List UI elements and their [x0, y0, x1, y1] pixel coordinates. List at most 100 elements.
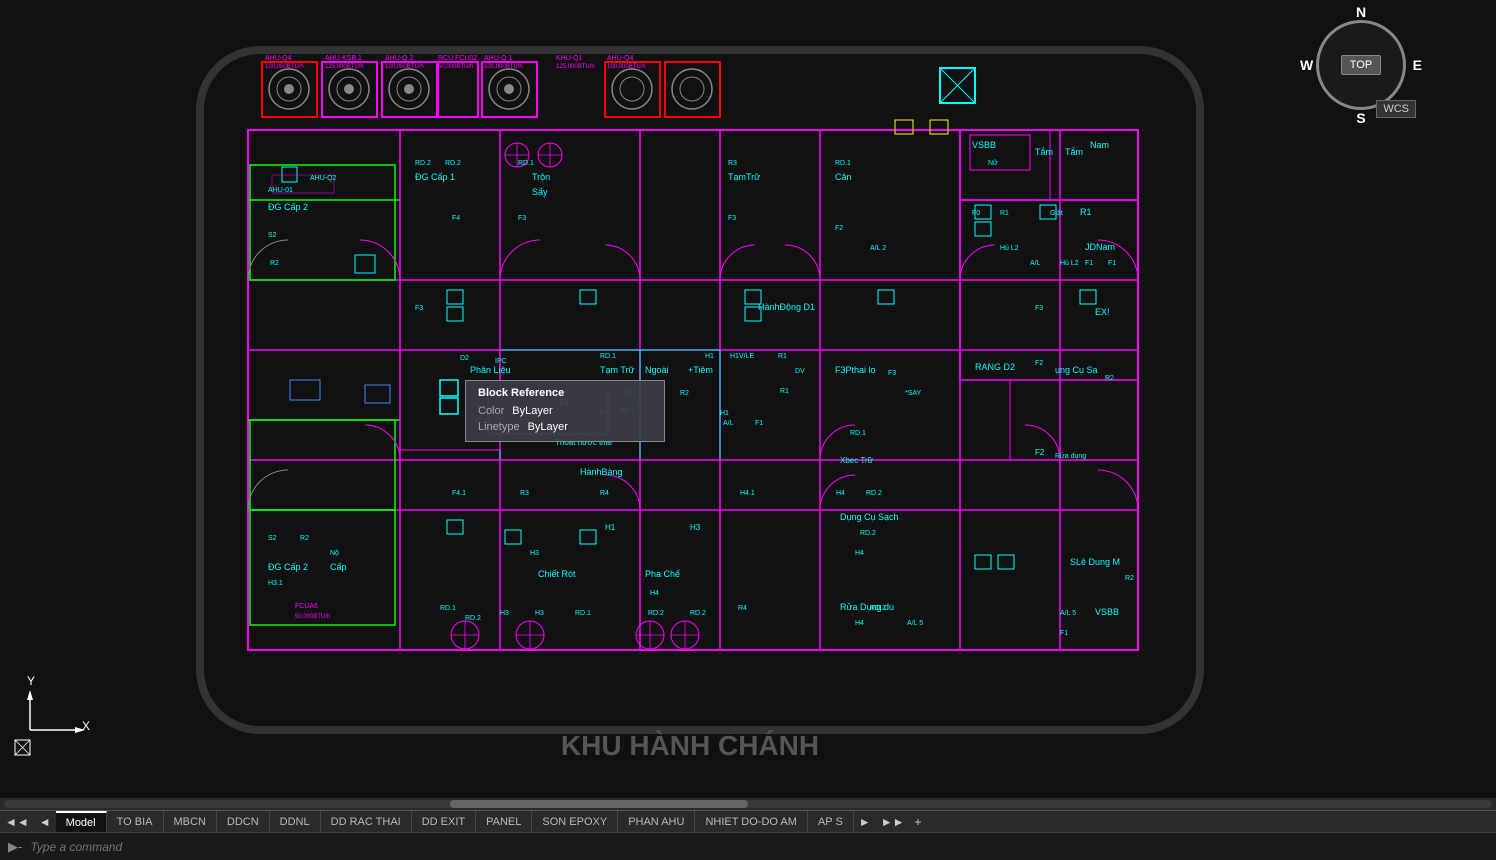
svg-text:RD.2: RD.2 [690, 610, 706, 617]
svg-text:RD.1: RD.1 [850, 430, 866, 437]
svg-text:R2: R2 [300, 535, 309, 542]
svg-text:RD.1: RD.1 [518, 160, 534, 167]
svg-text:Chiết Rót: Chiết Rót [538, 569, 576, 579]
svg-text:*SAY: *SAY [905, 390, 922, 397]
tab-ap-s[interactable]: AP S [808, 811, 854, 833]
svg-text:A/L 2: A/L 2 [870, 245, 886, 252]
svg-text:RD.1: RD.1 [600, 353, 616, 360]
svg-text:R4: R4 [600, 490, 609, 497]
svg-text:ĐG Cấp 2: ĐG Cấp 2 [268, 202, 308, 212]
wcs-button[interactable]: WCS [1376, 100, 1416, 118]
tab-next-button[interactable]: ► [854, 811, 876, 833]
compass-west: W [1300, 57, 1313, 73]
tab-first-button[interactable]: ◄◄ [0, 811, 34, 833]
svg-text:F2: F2 [1035, 360, 1043, 367]
svg-text:Rửa Dụng du: Rửa Dụng du [840, 602, 894, 612]
command-prompt-icon: ▶- [8, 839, 22, 855]
scrollbar-thumb[interactable] [450, 800, 748, 808]
svg-text:F2: F2 [835, 225, 843, 232]
svg-text:F1: F1 [755, 420, 763, 427]
horizontal-scrollbar[interactable] [0, 798, 1496, 810]
prop-linetype-value: ByLayer [528, 421, 568, 433]
svg-text:F0: F0 [972, 210, 980, 217]
tab-dd-rac-thai[interactable]: DD RAC THAI [321, 811, 412, 833]
svg-text:Giặt: Giặt [1050, 210, 1063, 217]
svg-text:VSBB: VSBB [1095, 607, 1119, 617]
svg-text:H1: H1 [705, 353, 714, 360]
svg-text:A/L 5: A/L 5 [907, 620, 923, 627]
svg-text:X: X [82, 719, 90, 733]
svg-text:H1V/LE: H1V/LE [730, 353, 754, 360]
tab-nhiet-do[interactable]: NHIET DO-DO AM [695, 811, 807, 833]
tab-phan-ahu[interactable]: PHAN AHU [618, 811, 695, 833]
tab-mbcn[interactable]: MBCN [164, 811, 217, 833]
svg-text:Tạm Trữ: Tạm Trữ [600, 365, 635, 375]
svg-text:AHU-01: AHU-01 [268, 187, 293, 194]
svg-text:R2: R2 [680, 390, 689, 397]
svg-text:R1: R1 [778, 353, 787, 360]
svg-text:FCUA6: FCUA6 [295, 603, 318, 610]
svg-text:125,000BTU/h: 125,000BTU/h [325, 64, 364, 70]
svg-text:TạmTrữ: TạmTrữ [728, 172, 760, 182]
svg-text:D2: D2 [460, 355, 469, 362]
tab-son-epoxy[interactable]: SON EPOXY [532, 811, 618, 833]
svg-text:+Tiêm: +Tiêm [688, 365, 713, 375]
svg-text:VSBB: VSBB [972, 140, 996, 150]
svg-text:RD.2: RD.2 [870, 605, 886, 612]
tab-ddnl[interactable]: DDNL [270, 811, 321, 833]
svg-text:H3: H3 [535, 610, 544, 617]
svg-text:ụng Cụ Sa: ụng Cụ Sa [1055, 365, 1098, 375]
svg-text:H3: H3 [690, 523, 701, 532]
svg-text:R2: R2 [1125, 575, 1134, 582]
svg-text:RD.1: RD.1 [440, 605, 456, 612]
svg-text:Nam: Nam [1090, 140, 1109, 150]
svg-text:H1: H1 [720, 410, 729, 417]
tab-bar: ◄◄ ◄ Model TO BIA MBCN DDCN DDNL DD RAC … [0, 810, 1496, 832]
svg-text:F4.1: F4.1 [452, 490, 466, 497]
svg-text:R1: R1 [1080, 207, 1092, 217]
svg-text:SLê Dung M: SLê Dung M [1070, 557, 1120, 567]
tab-ddcn[interactable]: DDCN [217, 811, 270, 833]
svg-text:Tắm: Tắm [1065, 147, 1083, 157]
svg-text:RD.2: RD.2 [445, 160, 461, 167]
tab-panel[interactable]: PANEL [476, 811, 532, 833]
tab-dd-exit[interactable]: DD EXIT [412, 811, 476, 833]
svg-text:Ngoài: Ngoài [645, 365, 669, 375]
svg-text:AHU-Q 1: AHU-Q 1 [484, 55, 513, 62]
cad-viewport[interactable]: Y X KHU HÀNH CHÁNH AHU-01 AHU-Q2 ĐG Cấp … [0, 0, 1496, 800]
tab-last-button[interactable]: ►► [876, 811, 910, 833]
svg-text:H4: H4 [855, 550, 864, 557]
scrollbar-track[interactable] [4, 800, 1492, 808]
svg-text:RCU FCU02: RCU FCU02 [438, 55, 477, 62]
cad-drawing: Y X KHU HÀNH CHÁNH AHU-01 AHU-Q2 ĐG Cấp … [0, 0, 1496, 800]
svg-text:R1: R1 [780, 388, 789, 395]
svg-text:H3.1: H3.1 [268, 580, 283, 587]
command-bar: ▶- [0, 832, 1496, 860]
tab-prev-button[interactable]: ◄ [34, 811, 56, 833]
compass-north: N [1356, 4, 1366, 20]
svg-text:AHU-Q 2: AHU-Q 2 [385, 55, 414, 62]
svg-text:H4: H4 [836, 490, 845, 497]
svg-text:RD.1: RD.1 [835, 160, 851, 167]
properties-panel: Block Reference Color ByLayer Linetype B… [465, 380, 665, 442]
svg-text:R2: R2 [270, 260, 279, 267]
svg-text:100,000BTU/h: 100,000BTU/h [265, 64, 304, 70]
compass-top-button[interactable]: TOP [1341, 55, 1381, 75]
svg-text:H1: H1 [605, 523, 616, 532]
svg-text:AHU-Q4: AHU-Q4 [607, 55, 634, 62]
command-input[interactable] [30, 840, 1488, 854]
tab-model[interactable]: Model [56, 811, 107, 833]
svg-text:H3: H3 [530, 550, 539, 557]
svg-text:A/L: A/L [1030, 260, 1041, 267]
svg-text:Cấp: Cấp [330, 562, 347, 572]
svg-text:Cân: Cân [835, 172, 852, 182]
svg-text:F3: F3 [415, 305, 423, 312]
svg-text:F3: F3 [518, 215, 526, 222]
tab-new-button[interactable]: + [909, 811, 926, 833]
svg-text:AHU-Q4: AHU-Q4 [265, 55, 292, 62]
svg-text:H3: H3 [500, 610, 509, 617]
svg-text:H4: H4 [650, 590, 659, 597]
svg-text:R1: R1 [1000, 210, 1009, 217]
tab-to-bia[interactable]: TO BIA [107, 811, 164, 833]
svg-text:F3: F3 [1035, 305, 1043, 312]
